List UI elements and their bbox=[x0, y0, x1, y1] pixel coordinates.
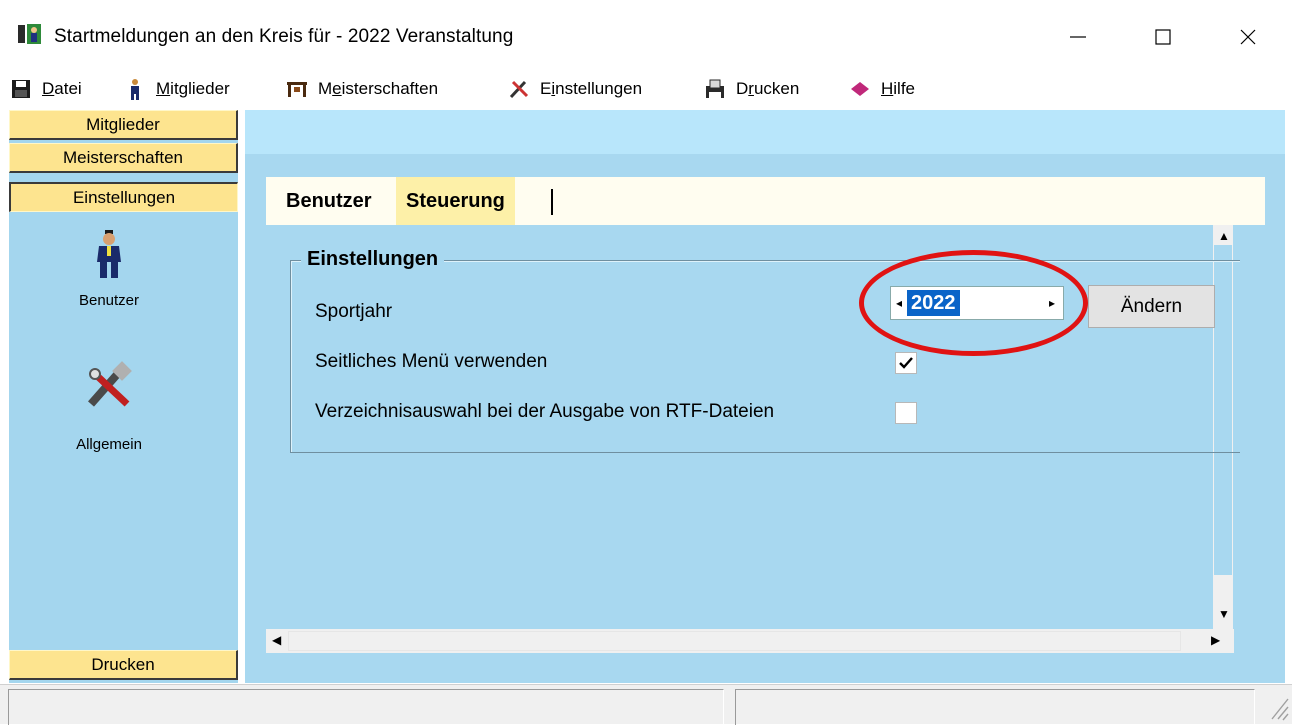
horizontal-scroll-thumb[interactable] bbox=[288, 631, 1181, 651]
aendern-button[interactable]: Ändern bbox=[1088, 285, 1215, 328]
menu-drucken-pre: D bbox=[736, 79, 749, 98]
menu-drucken-label: ucken bbox=[753, 79, 800, 98]
main-header-strip bbox=[245, 110, 1285, 154]
menu-drucken[interactable]: Dr ucken bbox=[704, 72, 799, 106]
status-pane-right bbox=[735, 689, 1255, 725]
scroll-down-arrow-icon[interactable]: ▼ bbox=[1218, 607, 1230, 621]
floppy-disk-icon bbox=[10, 78, 32, 100]
close-icon bbox=[1240, 29, 1256, 45]
menu-mitglieder-label: itglieder bbox=[170, 79, 230, 98]
seitliches-menu-checkbox[interactable] bbox=[895, 352, 917, 374]
menu-meisterschaften[interactable]: Me isterschaften bbox=[286, 72, 438, 106]
tab-benutzer[interactable]: Benutzer bbox=[286, 177, 372, 225]
menu-hilfe-mnemonic: H bbox=[881, 79, 894, 98]
menu-meisterschaften-label: isterschaften bbox=[341, 79, 439, 98]
sportjahr-value[interactable]: 2022 bbox=[907, 290, 960, 316]
menu-meisterschaften-pre: M bbox=[318, 79, 333, 98]
scroll-right-arrow-icon[interactable]: ▶ bbox=[1211, 633, 1220, 647]
menu-einstellungen[interactable]: Ei nstellungen bbox=[508, 72, 642, 106]
horizontal-scrollbar[interactable]: ◀ ▶ bbox=[266, 629, 1234, 653]
tools-icon bbox=[9, 360, 209, 416]
sidebar-tool-benutzer[interactable]: Benutzer bbox=[9, 230, 209, 309]
status-pane-left bbox=[8, 689, 724, 725]
person-icon bbox=[124, 78, 146, 100]
menu-datei-label: atei bbox=[54, 79, 82, 98]
menu-einstellungen-pre: E bbox=[540, 79, 552, 98]
scroll-up-arrow-icon[interactable]: ▲ bbox=[1218, 229, 1230, 243]
tab-focus-cursor bbox=[551, 189, 553, 215]
sidebar-section-meisterschaften[interactable]: Meisterschaften bbox=[9, 143, 238, 173]
rtf-verzeichnisauswahl-label: Verzeichnisauswahl bei der Ausgabe von R… bbox=[315, 401, 775, 422]
main-panel: Benutzer Steuerung ▲ ▼ ◀ ▶ Einstellungen… bbox=[245, 110, 1285, 683]
checkmark-icon bbox=[899, 357, 913, 369]
spinner-right-arrow-icon[interactable]: ▸ bbox=[1049, 296, 1055, 310]
menu-hilfe[interactable]: Hilfe bbox=[849, 72, 915, 106]
app-icon bbox=[17, 22, 43, 48]
menu-datei[interactable]: Datei bbox=[10, 72, 82, 106]
sidebar: Mitglieder Meisterschaften Einstellungen… bbox=[9, 110, 238, 683]
help-book-icon bbox=[849, 78, 871, 100]
menu-datei-mnemonic: D bbox=[42, 79, 55, 98]
sidebar-tool-benutzer-label: Benutzer bbox=[78, 292, 140, 309]
resize-grip-icon[interactable] bbox=[1262, 689, 1290, 723]
minimize-button[interactable] bbox=[1048, 14, 1108, 60]
sidebar-section-drucken[interactable]: Drucken bbox=[9, 650, 238, 680]
menu-hilfe-label: ilfe bbox=[893, 79, 916, 98]
status-bar bbox=[0, 684, 1292, 725]
sidebar-section-einstellungen[interactable]: Einstellungen bbox=[9, 182, 238, 212]
sidebar-tool-allgemein[interactable]: Allgemein bbox=[9, 360, 209, 453]
seitliches-menu-label: Seitliches Menü verwenden bbox=[315, 351, 548, 372]
menu-bar: Datei Mitglieder Me isterschaften Ei nstel… bbox=[0, 72, 1292, 106]
sidebar-tool-allgemein-label: Allgemein bbox=[76, 436, 142, 453]
minimize-icon bbox=[1070, 36, 1086, 38]
spinner-left-arrow-icon[interactable]: ◂ bbox=[896, 296, 902, 310]
window-title: Startmeldungen an den Kreis für - 2022 V… bbox=[54, 26, 514, 47]
menu-mitglieder[interactable]: Mitglieder bbox=[124, 72, 230, 106]
sportjahr-label: Sportjahr bbox=[315, 301, 393, 322]
maximize-button[interactable] bbox=[1133, 14, 1193, 60]
tools-icon bbox=[508, 78, 530, 100]
user-icon bbox=[9, 230, 209, 282]
scroll-corner bbox=[1234, 629, 1256, 653]
menu-meisterschaften-mnemonic: e bbox=[332, 79, 342, 98]
scroll-left-arrow-icon[interactable]: ◀ bbox=[272, 633, 281, 647]
sidebar-section-mitglieder[interactable]: Mitglieder bbox=[9, 110, 238, 140]
settings-group-legend: Einstellungen bbox=[301, 248, 445, 271]
tab-steuerung[interactable]: Steuerung bbox=[396, 177, 515, 225]
close-button[interactable] bbox=[1218, 14, 1278, 60]
menu-einstellungen-label: nstellungen bbox=[555, 79, 643, 98]
rtf-verzeichnisauswahl-checkbox[interactable] bbox=[895, 402, 917, 424]
menu-mitglieder-mnemonic: M bbox=[156, 79, 171, 98]
maximize-icon bbox=[1155, 29, 1171, 45]
printer-icon bbox=[704, 78, 726, 100]
podium-icon bbox=[286, 78, 308, 100]
sportjahr-spinner[interactable]: ◂ 2022 ▸ bbox=[890, 286, 1064, 320]
tab-bar: Benutzer Steuerung bbox=[266, 177, 1265, 225]
title-bar: Startmeldungen an den Kreis für - 2022 V… bbox=[0, 0, 1292, 72]
